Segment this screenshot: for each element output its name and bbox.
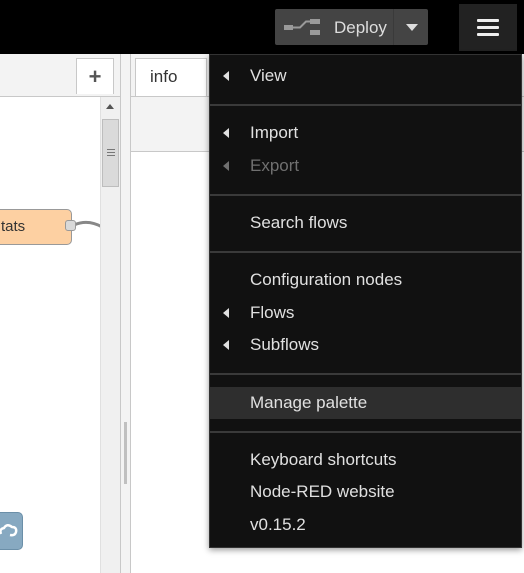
menu-item-subflows[interactable]: Subflows	[210, 329, 521, 361]
deploy-label: Deploy	[334, 18, 387, 37]
deploy-dropdown-icon[interactable]	[406, 24, 418, 31]
workspace-scrollbar[interactable]	[100, 97, 120, 573]
sidebar-separator[interactable]	[120, 54, 131, 573]
add-flow-button[interactable]: +	[76, 58, 114, 94]
menu-item-label: View	[250, 66, 287, 85]
menu-item-label: Node-RED website	[250, 482, 395, 501]
submenu-arrow-icon	[223, 161, 229, 171]
submenu-arrow-icon	[223, 308, 229, 318]
menu-item-label: Export	[250, 156, 300, 175]
menu-item-manage-palette[interactable]: Manage palette	[210, 387, 521, 419]
main-menu-dropdown: View Import Export Search flows Configur…	[209, 54, 522, 548]
menu-divider	[210, 431, 521, 433]
menu-item-keyboard-shortcuts[interactable]: Keyboard shortcuts	[210, 444, 521, 476]
menu-item-label: Search flows	[250, 213, 348, 232]
menu-item-view[interactable]: View	[210, 60, 521, 92]
menu-divider	[210, 104, 521, 106]
menu-divider	[210, 251, 521, 253]
header-bar: Deploy	[0, 0, 524, 54]
menu-item-export: Export	[210, 150, 521, 182]
menu-item-label: Flows	[250, 303, 295, 322]
hamburger-menu-icon	[477, 19, 499, 22]
version-label: v0.15.2	[250, 515, 306, 534]
tab-info-label: info	[150, 67, 178, 86]
tab-info[interactable]: info	[135, 58, 207, 96]
node-label: tats	[1, 218, 26, 235]
menu-item-label: Subflows	[250, 335, 319, 354]
menu-item-flows[interactable]: Flows	[210, 297, 521, 329]
scrollbar-thumb[interactable]	[102, 119, 119, 187]
flow-node[interactable]: tats	[0, 209, 72, 245]
menu-item-configuration-nodes[interactable]: Configuration nodes	[210, 264, 521, 296]
workspace: + tats	[0, 54, 120, 573]
submenu-arrow-icon	[223, 71, 229, 81]
menu-item-label: Configuration nodes	[250, 270, 403, 289]
menu-item-label: Manage palette	[250, 393, 368, 412]
menu-divider	[210, 373, 521, 375]
submenu-arrow-icon	[223, 340, 229, 350]
submenu-arrow-icon	[223, 128, 229, 138]
flow-node-secondary[interactable]	[0, 512, 23, 550]
flow-canvas[interactable]: tats	[0, 97, 103, 573]
deploy-icon	[284, 19, 320, 35]
menu-item-import[interactable]: Import	[210, 117, 521, 149]
main-menu-button[interactable]	[459, 4, 517, 51]
node-cloud-icon	[0, 524, 18, 537]
menu-divider	[210, 194, 521, 196]
menu-item-version: v0.15.2	[210, 509, 521, 541]
node-output-port[interactable]	[65, 220, 76, 231]
menu-item-label: Import	[250, 123, 299, 142]
scroll-up-icon[interactable]	[106, 104, 114, 109]
deploy-button[interactable]: Deploy	[275, 9, 428, 45]
deploy-divider	[393, 9, 394, 45]
workspace-tab-bar: +	[0, 54, 120, 97]
menu-item-search-flows[interactable]: Search flows	[210, 207, 521, 239]
menu-item-label: Keyboard shortcuts	[250, 450, 397, 469]
menu-item-node-red-website[interactable]: Node-RED website	[210, 476, 521, 508]
separator-grip[interactable]	[124, 422, 127, 484]
